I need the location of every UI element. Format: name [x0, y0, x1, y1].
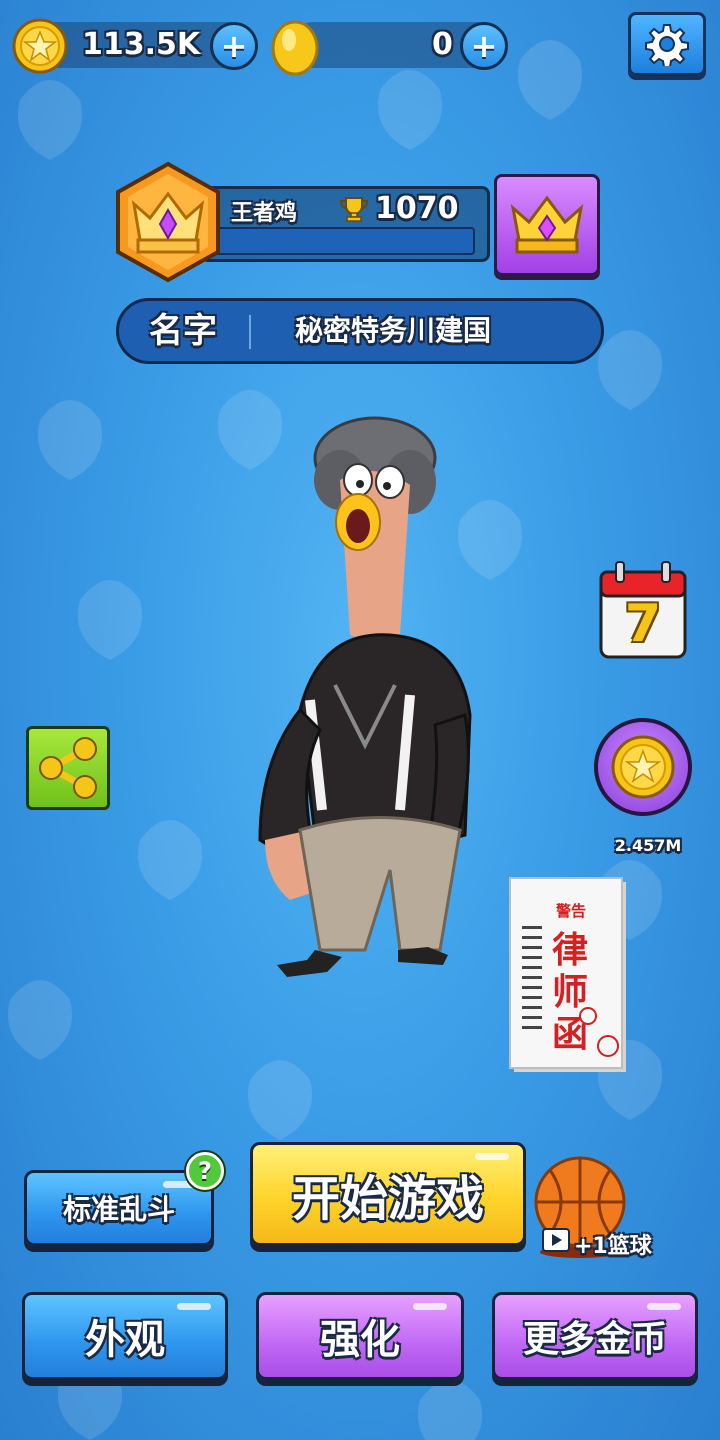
basketball-reward-label: +1篮球	[574, 1234, 652, 1259]
upgrade-button[interactable]: 强化	[256, 1292, 464, 1380]
button-shine	[647, 1303, 681, 1310]
add-gems-button[interactable]: +	[460, 22, 508, 70]
game-mode-label: 标准乱斗	[62, 1193, 175, 1226]
plus-icon: +	[220, 27, 248, 65]
more-coins-label: 更多金币	[522, 1319, 667, 1360]
coin-icon	[611, 735, 675, 799]
share-button[interactable]	[26, 726, 110, 810]
crown-button[interactable]	[494, 174, 600, 276]
trophy-icon	[339, 197, 369, 222]
gem-balance-value: 0	[432, 27, 453, 62]
name-label: 名字	[149, 311, 217, 351]
plus-icon: +	[470, 27, 498, 65]
start-game-button[interactable]: 开始游戏	[250, 1142, 526, 1246]
chicken-character[interactable]	[230, 410, 490, 1010]
mode-help-button[interactable]: ?	[186, 1152, 224, 1190]
player-name: 秘密特务川建国	[295, 314, 492, 347]
letter-body: 律师函	[552, 930, 589, 1055]
settings-button[interactable]	[628, 12, 706, 76]
more-coins-button[interactable]: 更多金币	[492, 1292, 698, 1380]
star-coin-icon	[12, 18, 68, 74]
button-shine	[177, 1303, 211, 1310]
calendar-day: 7	[624, 594, 662, 654]
crown-icon	[510, 195, 584, 254]
rank-name: 王者鸡	[231, 201, 298, 226]
start-game-label: 开始游戏	[291, 1171, 484, 1227]
rank-progress-bar	[213, 227, 475, 255]
video-icon	[542, 1228, 570, 1252]
upgrade-label: 强化	[320, 1317, 400, 1363]
coin-reward-button[interactable]	[594, 718, 692, 816]
lawyer-letter-item[interactable]: 警告 律师函	[508, 876, 630, 1074]
gem-icon	[271, 20, 319, 76]
trophy-count: 1070	[375, 191, 459, 226]
name-divider	[249, 315, 251, 349]
add-coins-button[interactable]: +	[210, 22, 258, 70]
game-mode-button[interactable]: 标准乱斗	[24, 1170, 214, 1246]
letter-title: 警告	[556, 902, 587, 920]
skin-button[interactable]: 外观	[22, 1292, 228, 1380]
button-shine	[413, 1303, 447, 1310]
share-icon	[39, 737, 97, 799]
skin-label: 外观	[85, 1317, 165, 1363]
daily-checkin-button[interactable]: 7	[598, 560, 688, 660]
rank-progress-panel: 王者鸡 1070	[200, 186, 490, 262]
gear-icon	[645, 24, 689, 66]
coin-balance-value: 113.5K	[82, 27, 201, 62]
rank-badge-icon[interactable]	[112, 160, 224, 284]
player-name-bar[interactable]: 名字 秘密特务川建国	[116, 298, 604, 364]
coin-reward-amount: 2.457M	[614, 836, 682, 855]
